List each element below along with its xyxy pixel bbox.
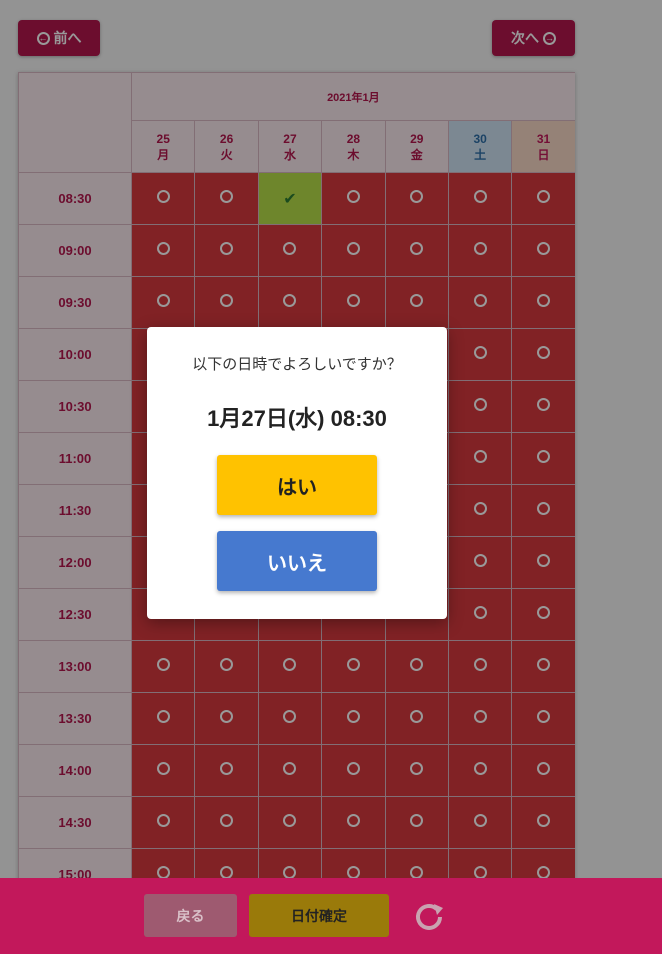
yes-button[interactable]: はい — [217, 455, 377, 515]
dialog-question: 以下の日時でよろしいですか？ — [192, 356, 402, 373]
dialog-datetime: 1月27日(水) 08:30 — [207, 406, 387, 431]
no-button[interactable]: いいえ — [217, 531, 377, 591]
confirm-dialog: 以下の日時でよろしいですか？ 1月27日(水) 08:30 はい いいえ — [147, 327, 447, 619]
